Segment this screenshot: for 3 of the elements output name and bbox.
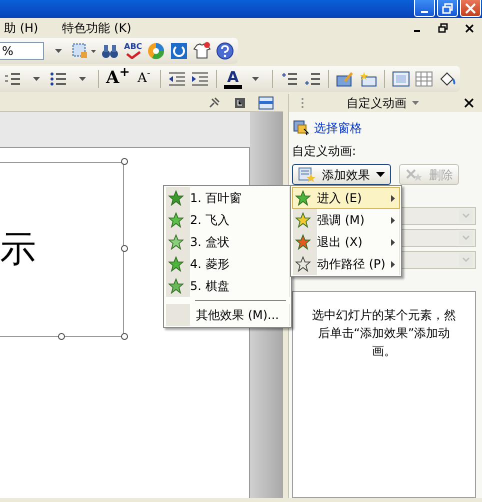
section-label: 自定义动画: bbox=[292, 143, 358, 160]
placeholder-text: 示 bbox=[0, 232, 36, 268]
hint-text: 选中幻灯片的某个元素，然后单击“添加效果”添加动画。 bbox=[312, 308, 456, 358]
